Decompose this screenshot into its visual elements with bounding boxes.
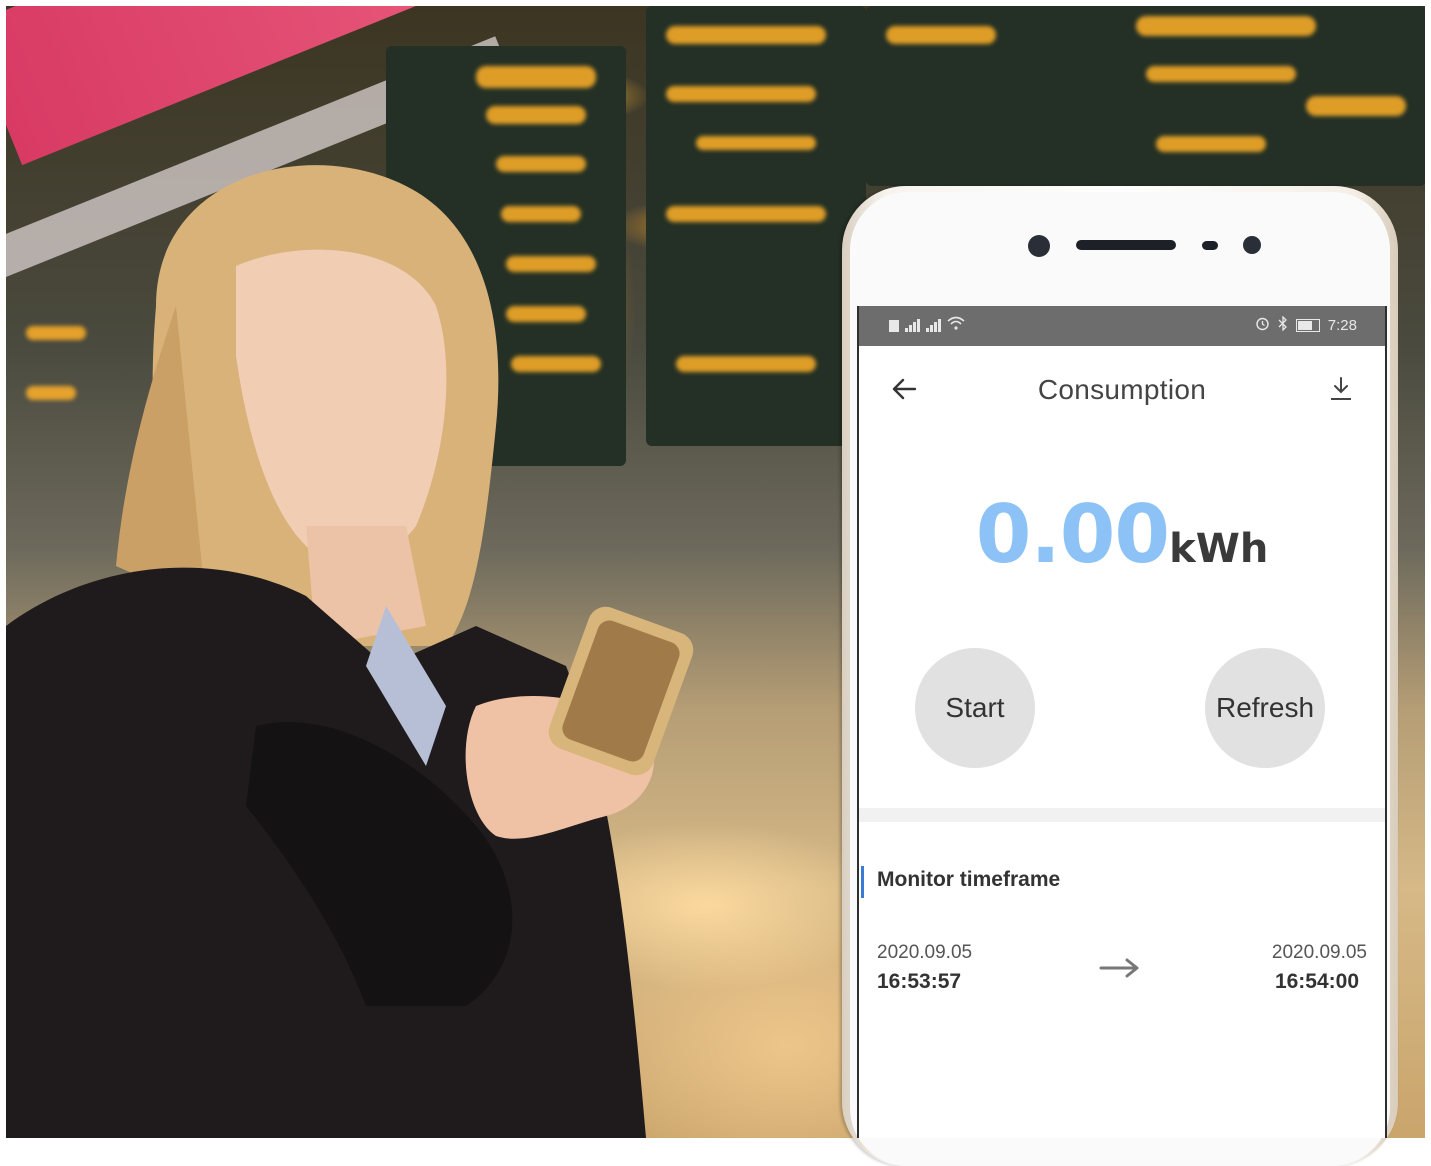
wifi-icon xyxy=(947,316,965,334)
woman-with-phone-image xyxy=(6,165,694,1138)
arrow-right-icon xyxy=(1099,956,1143,980)
start-time: 16:53:57 xyxy=(877,970,962,993)
download-icon[interactable] xyxy=(1327,374,1355,404)
earpiece-speaker xyxy=(1076,240,1176,250)
consumption-value: 0.00 xyxy=(975,488,1170,581)
consumption-unit: kWh xyxy=(1169,526,1269,572)
cell-signal-icon xyxy=(905,318,920,332)
front-camera-icon xyxy=(1028,235,1050,257)
light-sensor xyxy=(1243,236,1261,254)
app-screen: 7:28 Consumption 0.00kWh Start Refresh M… xyxy=(857,306,1387,1138)
end-time: 16:54:00 xyxy=(1274,970,1359,993)
section-marker xyxy=(861,866,864,898)
start-button[interactable]: Start xyxy=(915,648,1035,768)
battery-icon xyxy=(1295,319,1320,332)
refresh-button[interactable]: Refresh xyxy=(1205,648,1325,768)
status-left-icons xyxy=(889,316,965,334)
app-bar: Consumption xyxy=(859,346,1385,430)
bluetooth-icon xyxy=(1278,315,1288,335)
section-divider xyxy=(859,808,1385,822)
status-right-icons: 7:28 xyxy=(1255,315,1357,335)
alarm-icon xyxy=(1255,316,1270,335)
status-bar: 7:28 xyxy=(859,306,1385,346)
sim-icon xyxy=(889,318,899,332)
consumption-reading: 0.00kWh xyxy=(859,488,1385,581)
cell-signal-2-icon xyxy=(926,318,941,332)
monitor-timeframe-title: Monitor timeframe xyxy=(877,868,1061,891)
status-time: 7:28 xyxy=(1327,317,1357,334)
start-date: 2020.09.05 xyxy=(877,942,973,963)
end-date: 2020.09.05 xyxy=(1271,942,1367,963)
page-title: Consumption xyxy=(1037,374,1207,405)
proximity-sensor xyxy=(1202,241,1218,250)
